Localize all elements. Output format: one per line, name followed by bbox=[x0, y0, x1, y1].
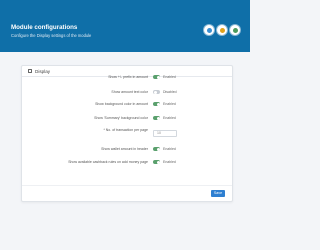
globe-icon[interactable] bbox=[204, 25, 214, 35]
toggle-state-label: Enabled bbox=[163, 116, 176, 120]
toggle-state-label: Disabled bbox=[163, 90, 177, 94]
text-color-toggle[interactable] bbox=[153, 90, 160, 94]
gear-icon bbox=[28, 69, 32, 73]
user-icon[interactable] bbox=[230, 25, 240, 35]
panel-title: Display bbox=[35, 68, 51, 74]
toggle-state-label: Enabled bbox=[163, 102, 176, 106]
save-button[interactable]: Save bbox=[211, 190, 225, 197]
toggle-state-label: Enabled bbox=[163, 160, 176, 164]
page-subtitle: Configure the Display settings of the mo… bbox=[11, 33, 92, 38]
prefix-toggle[interactable] bbox=[153, 75, 160, 79]
summary-color-toggle[interactable] bbox=[153, 116, 160, 120]
display-panel: Display Show +/- prefix in amount Enable… bbox=[21, 65, 233, 202]
setting-label: Show background color in amount bbox=[95, 102, 148, 106]
setting-label: Show 'Summary' background color bbox=[94, 116, 148, 120]
toggle-state-label: Enabled bbox=[163, 75, 176, 79]
setting-label: Show available cashback rules on add mon… bbox=[68, 160, 148, 164]
cashback-rules-toggle[interactable] bbox=[153, 160, 160, 164]
panel-footer: Save bbox=[22, 185, 232, 202]
wallet-header-toggle[interactable] bbox=[153, 147, 160, 151]
module-header: Module configurations Configure the Disp… bbox=[0, 0, 250, 52]
background-color-toggle[interactable] bbox=[153, 102, 160, 106]
setting-label: Show amount text color bbox=[111, 90, 148, 94]
setting-label: * No. of transaction per page bbox=[103, 128, 148, 132]
transactions-per-page-input[interactable]: 10 bbox=[153, 130, 177, 137]
header-badges bbox=[201, 25, 240, 35]
setting-label: Show +/- prefix in amount bbox=[108, 75, 148, 79]
page-title: Module configurations bbox=[11, 24, 78, 31]
toggle-state-label: Enabled bbox=[163, 147, 176, 151]
setting-label: Show wallet amount in header bbox=[101, 147, 148, 151]
award-icon[interactable] bbox=[217, 25, 227, 35]
